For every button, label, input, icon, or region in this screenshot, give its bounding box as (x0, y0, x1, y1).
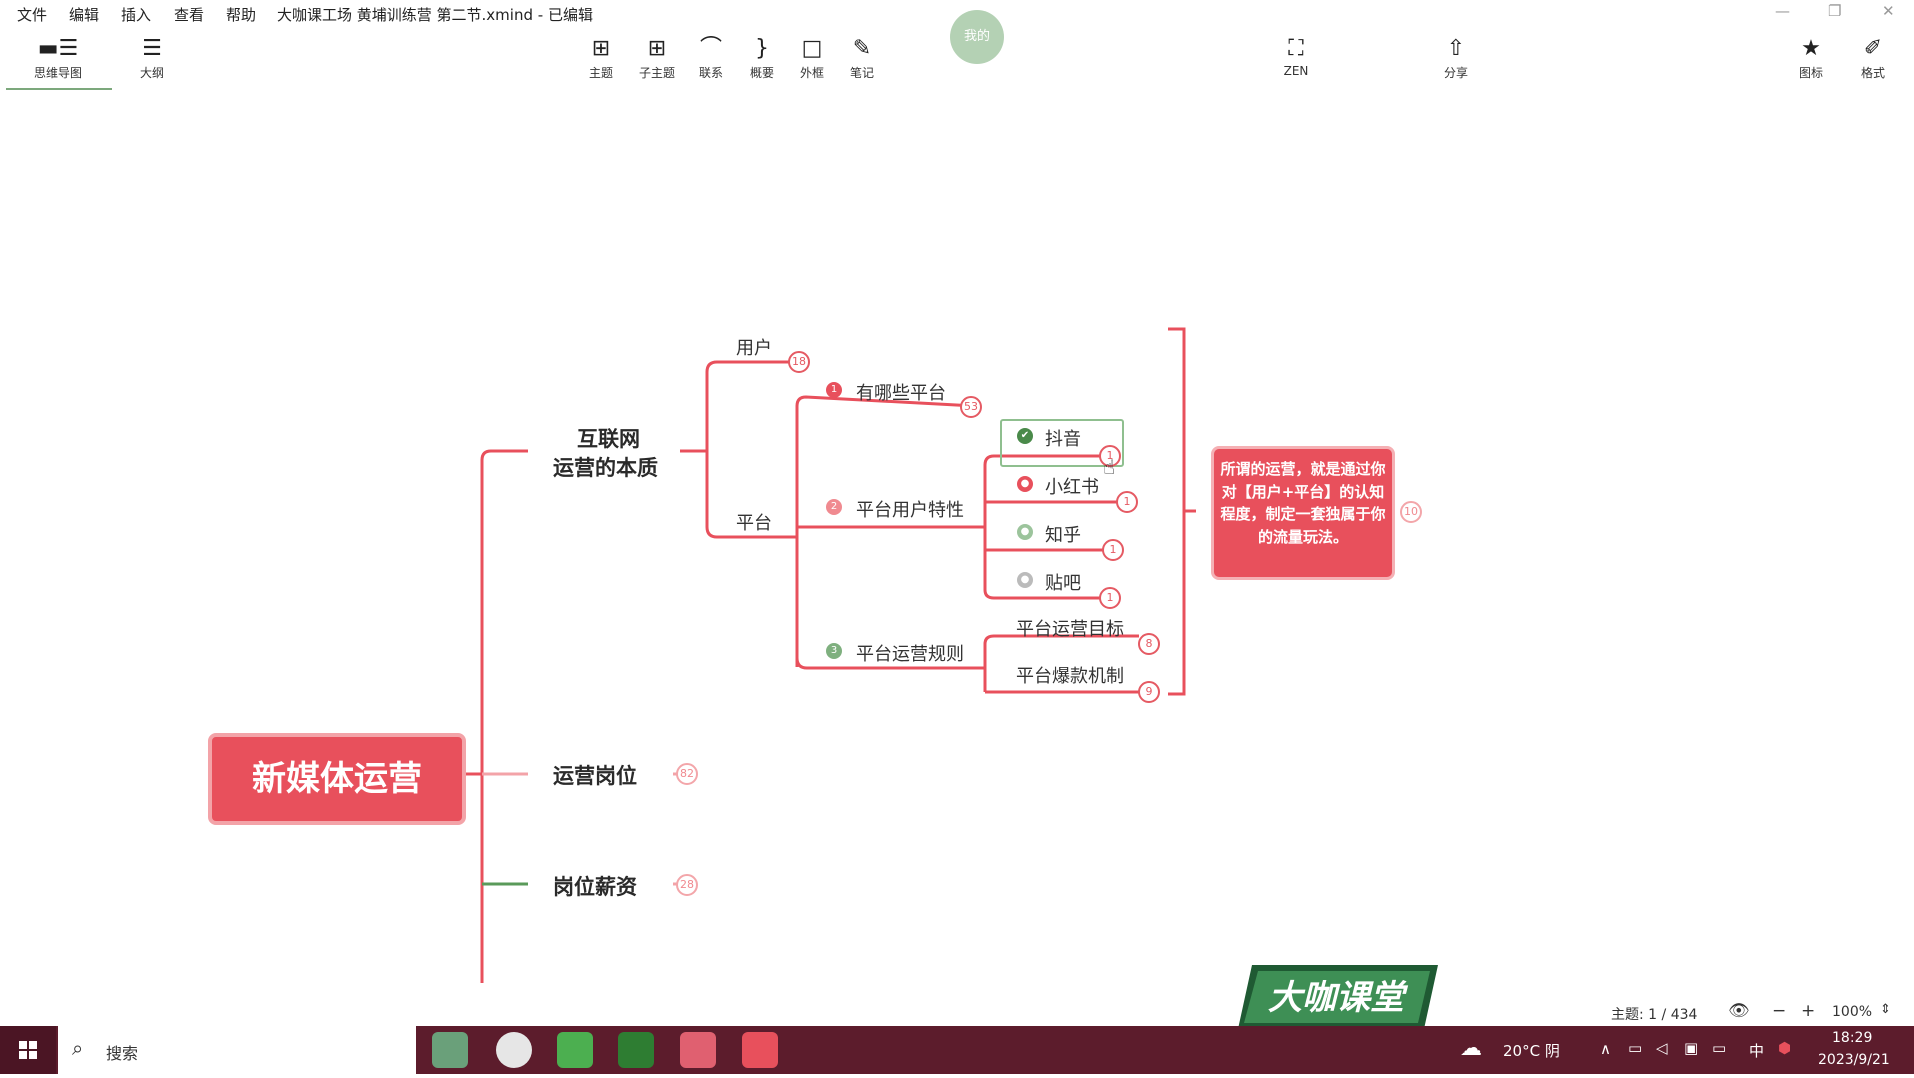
weather-text[interactable]: 20°C 阴 (1503, 1040, 1560, 1061)
collapse-badge[interactable]: 1 (1099, 587, 1121, 609)
volume-icon[interactable]: ◁ (1656, 1039, 1668, 1057)
collapse-badge[interactable]: 82 (676, 763, 698, 785)
check-icon: ✔ (1017, 428, 1033, 444)
search-icon: ⌕ (72, 1036, 84, 1060)
priority-1-icon: 1 (826, 382, 842, 398)
windows-logo-icon (19, 1041, 37, 1059)
topic-platform-user-traits[interactable]: 平台用户特性 (856, 496, 964, 522)
zoom-level[interactable]: 100% (1832, 1004, 1872, 1020)
collapse-badge[interactable]: 8 (1138, 633, 1160, 655)
status-bar: 主题: 1 / 434 👁 − + 100% ⇕ (1600, 1000, 1900, 1026)
clock-time[interactable]: 18:29 (1832, 1030, 1872, 1046)
topic-user[interactable]: 用户 (736, 334, 772, 360)
network-icon[interactable]: ▭ (1628, 1039, 1642, 1057)
topic-which-platforms[interactable]: 有哪些平台 (856, 379, 946, 405)
collapse-badge[interactable]: 1 (1102, 539, 1124, 561)
topic-tieba[interactable]: 贴吧 (1045, 569, 1081, 595)
input-method-icon[interactable]: ⬢ (1778, 1039, 1791, 1057)
taskbar-app-icon[interactable] (432, 1032, 468, 1068)
collapse-badge[interactable]: 10 (1400, 501, 1422, 523)
summary-topic[interactable]: 所谓的运营，就是通过你对【用户+平台】的认知程度，制定一套独属于你的流量玩法。 (1211, 446, 1395, 580)
taskbar: ⌕ 搜索 ☁ 20°C 阴 ∧ ▭ ◁ ▣ ▭ 中 ⬢ 18:29 2023/9… (0, 1026, 1914, 1074)
collapse-badge[interactable]: 1 (1116, 491, 1138, 513)
topic-platform-rules[interactable]: 平台运营规则 (856, 640, 964, 666)
start-button[interactable] (0, 1026, 56, 1074)
cloud-icon: ☁ (1460, 1036, 1482, 1061)
spreadsheet-app-icon[interactable] (618, 1032, 654, 1068)
collapse-badge[interactable]: 18 (788, 351, 810, 373)
search-placeholder: 搜索 (106, 1044, 139, 1063)
collapse-badge[interactable]: 53 (960, 396, 982, 418)
topic-job-salary[interactable]: 岗位薪资 (553, 871, 637, 901)
ime-indicator[interactable]: 中 (1749, 1040, 1764, 1061)
collapse-badge[interactable]: 9 (1138, 681, 1160, 703)
collapse-badge[interactable]: 28 (676, 874, 698, 896)
red-dot-icon: ● (1017, 476, 1033, 492)
clock-date[interactable]: 2023/9/21 (1818, 1052, 1890, 1068)
zoom-in-icon[interactable]: + (1801, 1001, 1815, 1021)
svg-text:大咖课堂: 大咖课堂 (1268, 978, 1409, 1018)
topic-douyin[interactable]: 抖音 (1045, 425, 1081, 451)
topic-platform[interactable]: 平台 (736, 509, 772, 535)
chevron-up-icon[interactable]: ∧ (1600, 1040, 1611, 1058)
priority-2-icon: 2 (826, 499, 842, 515)
topic-operation-essence[interactable]: 运营的本质 (553, 452, 658, 482)
topic-platform-goal[interactable]: 平台运营目标 (1016, 615, 1124, 641)
zoom-out-icon[interactable]: − (1772, 1001, 1786, 1021)
battery-icon[interactable]: ▭ (1712, 1039, 1726, 1057)
topic-internet[interactable]: 互联网 (577, 423, 640, 453)
topic-zhihu[interactable]: 知乎 (1045, 521, 1081, 547)
green-dot-icon: ● (1017, 524, 1033, 540)
priority-3-icon: 3 (826, 643, 842, 659)
root-topic[interactable]: 新媒体运营 (208, 733, 466, 825)
hand-cursor-icon: ☝ (1103, 455, 1116, 479)
topic-count: 主题: 1 / 434 (1611, 1007, 1698, 1023)
gray-dot-icon: ● (1017, 572, 1033, 588)
xmind-app-icon[interactable] (742, 1032, 778, 1068)
eye-icon[interactable]: 👁 (1728, 1001, 1750, 1021)
zoom-stepper-icon[interactable]: ⇕ (1880, 1002, 1891, 1017)
topic-job-positions[interactable]: 运营岗位 (553, 760, 637, 790)
calendar-app-icon[interactable] (680, 1032, 716, 1068)
chrome-icon[interactable] (496, 1032, 532, 1068)
clipboard-icon[interactable]: ▣ (1684, 1039, 1698, 1057)
notes-app-icon[interactable] (557, 1032, 593, 1068)
topic-xiaohongshu[interactable]: 小红书 (1045, 473, 1099, 499)
topic-viral-mechanism[interactable]: 平台爆款机制 (1016, 662, 1124, 688)
taskbar-search[interactable]: ⌕ 搜索 (58, 1026, 416, 1074)
